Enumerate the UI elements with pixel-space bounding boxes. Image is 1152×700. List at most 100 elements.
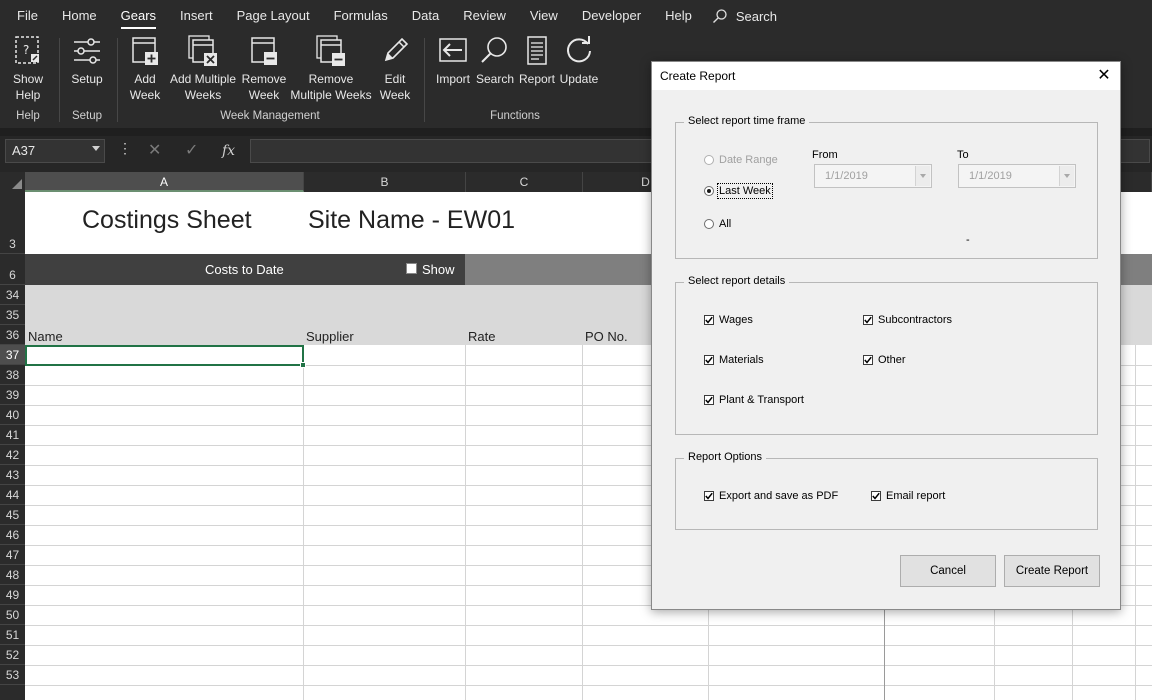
tab-review[interactable]: Review xyxy=(451,0,518,32)
gridline xyxy=(303,345,304,700)
check-icon xyxy=(872,492,880,500)
radio-indicator xyxy=(704,219,714,229)
row-header[interactable]: 51 xyxy=(0,625,25,645)
materials-label: Materials xyxy=(719,354,764,366)
tab-home[interactable]: Home xyxy=(50,0,109,32)
edit-week-label: Edit Week xyxy=(379,72,411,102)
to-date-combo[interactable]: 1/1/2019 xyxy=(958,164,1076,188)
row-header[interactable]: 38 xyxy=(0,365,25,385)
other-label: Other xyxy=(878,354,906,366)
insert-function-icon[interactable]: fx xyxy=(222,139,235,163)
column-header-a[interactable]: A xyxy=(25,172,304,192)
tab-page-layout[interactable]: Page Layout xyxy=(225,0,322,32)
update-button[interactable]: Update xyxy=(558,34,600,87)
show-checkbox-label: Show xyxy=(422,262,455,277)
close-icon[interactable]: ✕ xyxy=(1092,65,1116,87)
show-help-button[interactable]: ? Show Help xyxy=(6,34,50,103)
time-frame-label: Select report time frame xyxy=(684,115,810,127)
row-header[interactable]: 42 xyxy=(0,445,25,465)
column-header-b[interactable]: B xyxy=(304,172,466,192)
row-header[interactable]: 43 xyxy=(0,465,25,485)
materials-checkbox[interactable]: Materials xyxy=(704,354,764,366)
add-multiple-weeks-button[interactable]: Add Multiple Weeks xyxy=(166,34,240,103)
show-help-label: Show Help xyxy=(12,72,44,102)
tab-developer[interactable]: Developer xyxy=(570,0,653,32)
header-rate: Rate xyxy=(468,329,496,344)
wages-label: Wages xyxy=(719,314,753,326)
tab-data[interactable]: Data xyxy=(400,0,451,32)
row-header-selected[interactable]: 37 xyxy=(0,345,25,365)
other-checkbox[interactable]: Other xyxy=(863,354,906,366)
tab-gears[interactable]: Gears xyxy=(109,0,168,32)
dialog-titlebar[interactable]: Create Report ✕ xyxy=(652,62,1120,90)
tab-insert[interactable]: Insert xyxy=(168,0,225,32)
last-week-radio[interactable]: Last Week xyxy=(704,183,773,199)
column-header-c[interactable]: C xyxy=(466,172,583,192)
wages-checkbox[interactable]: Wages xyxy=(704,314,753,326)
row-header[interactable]: 6 xyxy=(0,254,25,285)
gridline xyxy=(25,665,1152,666)
row-header[interactable]: 48 xyxy=(0,565,25,585)
row-header[interactable]: 46 xyxy=(0,525,25,545)
all-label: All xyxy=(719,218,732,230)
row-header[interactable]: 50 xyxy=(0,605,25,625)
row-header[interactable]: 53 xyxy=(0,665,25,685)
import-button[interactable]: Import xyxy=(432,34,474,87)
show-checkbox[interactable] xyxy=(406,263,417,274)
row-header[interactable]: 34 xyxy=(0,285,25,305)
row-header[interactable]: 45 xyxy=(0,505,25,525)
create-report-button[interactable]: Create Report xyxy=(1004,555,1100,587)
remove-multiple-weeks-button[interactable]: Remove Multiple Weeks xyxy=(289,34,373,103)
tab-file[interactable]: File xyxy=(0,0,50,32)
search-box[interactable]: Search xyxy=(704,0,785,32)
report-icon xyxy=(527,36,547,65)
edit-week-button[interactable]: Edit Week xyxy=(375,34,415,103)
tab-view[interactable]: View xyxy=(518,0,570,32)
row-header[interactable]: 3 xyxy=(0,192,25,254)
row-header[interactable]: 39 xyxy=(0,385,25,405)
name-box[interactable]: A37 xyxy=(5,139,105,163)
row-header[interactable]: 36 xyxy=(0,325,25,345)
row-header[interactable]: 47 xyxy=(0,545,25,565)
row-header[interactable]: 44 xyxy=(0,485,25,505)
group-label-help: Help xyxy=(16,110,40,122)
email-report-checkbox[interactable]: Email report xyxy=(871,490,945,502)
row-header[interactable]: 40 xyxy=(0,405,25,425)
plant-transport-label: Plant & Transport xyxy=(719,394,804,406)
fill-handle[interactable] xyxy=(300,362,306,368)
all-radio[interactable]: All xyxy=(704,218,731,230)
date-range-radio[interactable]: Date Range xyxy=(704,154,778,166)
row-header[interactable]: 52 xyxy=(0,645,25,665)
export-pdf-checkbox[interactable]: Export and save as PDF xyxy=(704,490,838,502)
tab-help[interactable]: Help xyxy=(653,0,704,32)
add-week-label: Add Week xyxy=(129,72,161,102)
add-week-icon xyxy=(132,37,158,65)
row-header[interactable]: 41 xyxy=(0,425,25,445)
chevron-down-icon[interactable] xyxy=(915,166,930,186)
report-button[interactable]: Report xyxy=(516,34,558,87)
from-date-combo[interactable]: 1/1/2019 xyxy=(814,164,932,188)
confirm-entry-icon[interactable]: ✓ xyxy=(185,139,198,163)
name-box-dropdown-icon[interactable] xyxy=(92,146,100,151)
row-header[interactable]: 49 xyxy=(0,585,25,605)
ribbon-separator xyxy=(59,38,60,122)
subcontractors-checkbox[interactable]: Subcontractors xyxy=(863,314,952,326)
remove-week-button[interactable]: Remove Week xyxy=(241,34,287,103)
active-cell-a37[interactable] xyxy=(25,345,304,366)
select-all-corner[interactable] xyxy=(0,172,25,192)
setup-button[interactable]: Setup xyxy=(66,34,108,87)
gridline xyxy=(25,685,1152,686)
add-week-button[interactable]: Add Week xyxy=(125,34,165,103)
tab-formulas[interactable]: Formulas xyxy=(322,0,400,32)
cancel-entry-icon[interactable]: ✕ xyxy=(148,139,161,163)
chevron-down-icon[interactable] xyxy=(1059,166,1074,186)
check-icon xyxy=(864,316,872,324)
search-function-button[interactable]: Search xyxy=(475,34,515,87)
plant-transport-checkbox[interactable]: Plant & Transport xyxy=(704,394,804,406)
search-label: Search xyxy=(735,8,778,24)
more-options-icon[interactable]: ⋮ xyxy=(118,140,132,157)
cancel-button[interactable]: Cancel xyxy=(900,555,996,587)
to-date-value: 1/1/2019 xyxy=(969,170,1012,182)
row-header[interactable]: 35 xyxy=(0,305,25,325)
ribbon-tab-bar: File Home Gears Insert Page Layout Formu… xyxy=(0,0,1152,32)
